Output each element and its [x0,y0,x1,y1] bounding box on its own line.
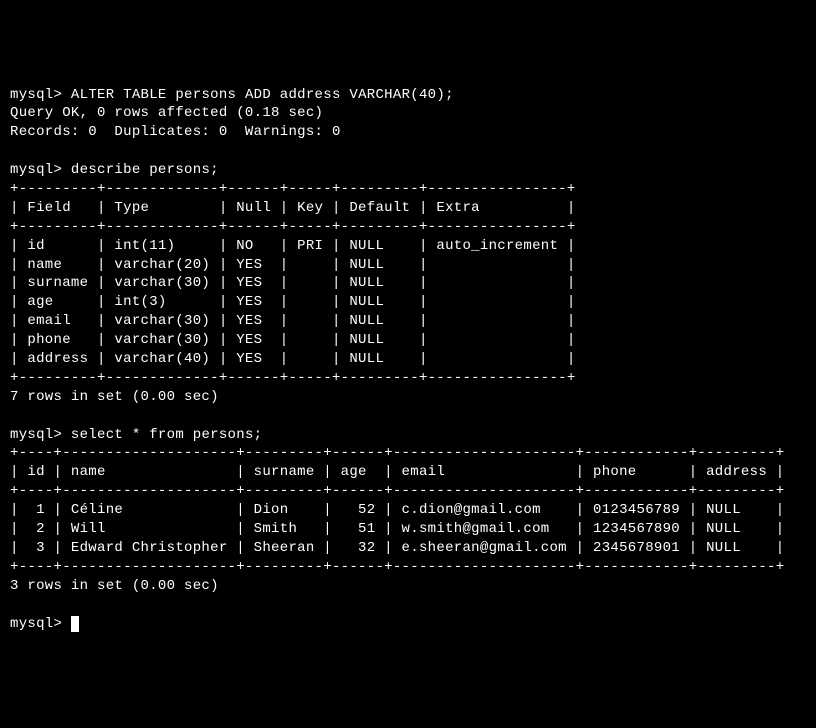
alter-result-line1: Query OK, 0 rows affected (0.18 sec) [10,105,323,121]
select-border: +----+--------------------+---------+---… [10,559,784,575]
describe-row-address: | address | varchar(40) | YES | | NULL |… [10,351,576,367]
mysql-prompt: mysql> [10,87,62,103]
mysql-prompt: mysql> [10,162,62,178]
describe-row-age: | age | int(3) | YES | | NULL | | [10,294,576,310]
select-row-2: | 2 | Will | Smith | 51 | w.smith@gmail.… [10,521,784,537]
describe-border: +---------+-------------+------+-----+--… [10,370,576,386]
command-describe: describe persons; [71,162,219,178]
describe-header: | Field | Type | Null | Key | Default | … [10,200,576,216]
select-border: +----+--------------------+---------+---… [10,445,784,461]
select-row-3: | 3 | Edward Christopher | Sheeran | 32 … [10,540,784,556]
select-border: +----+--------------------+---------+---… [10,483,784,499]
describe-status: 7 rows in set (0.00 sec) [10,389,219,405]
select-header: | id | name | surname | age | email | ph… [10,464,784,480]
describe-row-name: | name | varchar(20) | YES | | NULL | | [10,257,576,273]
describe-row-email: | email | varchar(30) | YES | | NULL | | [10,313,576,329]
command-select: select * from persons; [71,427,262,443]
select-row-1: | 1 | Céline | Dion | 52 | c.dion@gmail.… [10,502,784,518]
command-alter: ALTER TABLE persons ADD address VARCHAR(… [71,87,454,103]
describe-border: +---------+-------------+------+-----+--… [10,181,576,197]
alter-result-line2: Records: 0 Duplicates: 0 Warnings: 0 [10,124,341,140]
cursor[interactable] [71,616,79,632]
mysql-prompt: mysql> [10,616,62,632]
describe-border: +---------+-------------+------+-----+--… [10,219,576,235]
describe-row-surname: | surname | varchar(30) | YES | | NULL |… [10,275,576,291]
describe-row-phone: | phone | varchar(30) | YES | | NULL | | [10,332,576,348]
mysql-prompt: mysql> [10,427,62,443]
select-status: 3 rows in set (0.00 sec) [10,578,219,594]
terminal-output: mysql> ALTER TABLE persons ADD address V… [10,86,806,634]
describe-row-id: | id | int(11) | NO | PRI | NULL | auto_… [10,238,576,254]
